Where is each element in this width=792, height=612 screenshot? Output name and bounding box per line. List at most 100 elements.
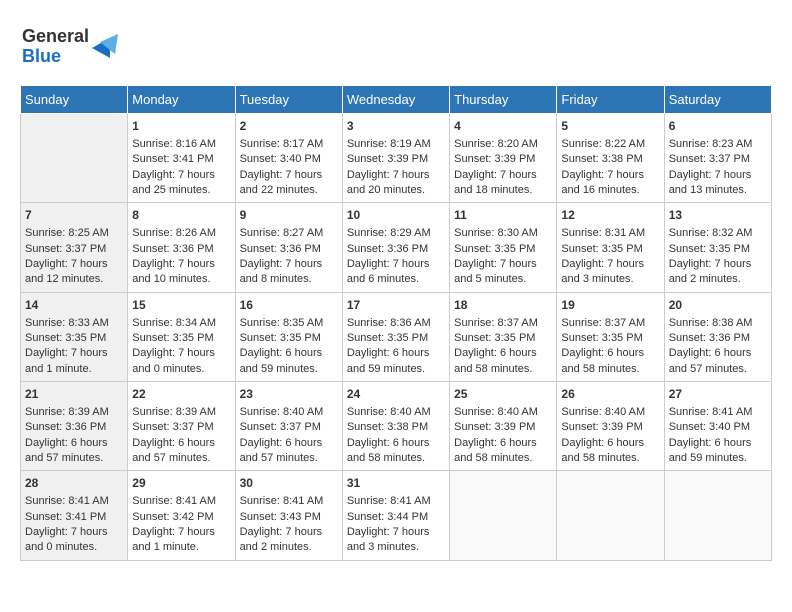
day-number: 26 xyxy=(561,386,659,403)
sunset-text: Sunset: 3:36 PM xyxy=(25,420,123,435)
sunset-text: Sunset: 3:44 PM xyxy=(347,510,445,525)
weekday-header: Tuesday xyxy=(235,86,342,114)
daylight-text: Daylight: 6 hours and 58 minutes. xyxy=(561,346,659,377)
calendar-cell: 4Sunrise: 8:20 AMSunset: 3:39 PMDaylight… xyxy=(450,114,557,203)
calendar-cell: 30Sunrise: 8:41 AMSunset: 3:43 PMDayligh… xyxy=(235,471,342,560)
sunset-text: Sunset: 3:36 PM xyxy=(669,331,767,346)
calendar-body: 1Sunrise: 8:16 AMSunset: 3:41 PMDaylight… xyxy=(21,114,772,561)
daylight-text: Daylight: 6 hours and 59 minutes. xyxy=(240,346,338,377)
day-number: 2 xyxy=(240,118,338,135)
sunrise-text: Sunrise: 8:26 AM xyxy=(132,226,230,241)
sunset-text: Sunset: 3:35 PM xyxy=(240,331,338,346)
weekday-header: Monday xyxy=(128,86,235,114)
sunset-text: Sunset: 3:37 PM xyxy=(25,242,123,257)
sunrise-text: Sunrise: 8:40 AM xyxy=(561,405,659,420)
calendar-cell: 13Sunrise: 8:32 AMSunset: 3:35 PMDayligh… xyxy=(664,203,771,292)
daylight-text: Daylight: 7 hours and 12 minutes. xyxy=(25,257,123,288)
calendar-table: SundayMondayTuesdayWednesdayThursdayFrid… xyxy=(20,85,772,561)
sunset-text: Sunset: 3:37 PM xyxy=(240,420,338,435)
sunrise-text: Sunrise: 8:37 AM xyxy=(454,316,552,331)
sunrise-text: Sunrise: 8:37 AM xyxy=(561,316,659,331)
day-number: 8 xyxy=(132,207,230,224)
sunrise-text: Sunrise: 8:36 AM xyxy=(347,316,445,331)
calendar-cell xyxy=(450,471,557,560)
daylight-text: Daylight: 7 hours and 6 minutes. xyxy=(347,257,445,288)
sunset-text: Sunset: 3:35 PM xyxy=(132,331,230,346)
day-number: 25 xyxy=(454,386,552,403)
calendar-cell: 28Sunrise: 8:41 AMSunset: 3:41 PMDayligh… xyxy=(21,471,128,560)
calendar-cell: 17Sunrise: 8:36 AMSunset: 3:35 PMDayligh… xyxy=(342,292,449,381)
sunrise-text: Sunrise: 8:33 AM xyxy=(25,316,123,331)
sunrise-text: Sunrise: 8:39 AM xyxy=(132,405,230,420)
weekday-row: SundayMondayTuesdayWednesdayThursdayFrid… xyxy=(21,86,772,114)
sunrise-text: Sunrise: 8:41 AM xyxy=(132,494,230,509)
calendar-cell: 8Sunrise: 8:26 AMSunset: 3:36 PMDaylight… xyxy=(128,203,235,292)
day-number: 16 xyxy=(240,297,338,314)
calendar-cell: 25Sunrise: 8:40 AMSunset: 3:39 PMDayligh… xyxy=(450,382,557,471)
daylight-text: Daylight: 6 hours and 58 minutes. xyxy=(454,346,552,377)
svg-text:General: General xyxy=(22,26,89,46)
day-number: 7 xyxy=(25,207,123,224)
sunrise-text: Sunrise: 8:40 AM xyxy=(240,405,338,420)
sunset-text: Sunset: 3:35 PM xyxy=(561,242,659,257)
calendar-cell: 3Sunrise: 8:19 AMSunset: 3:39 PMDaylight… xyxy=(342,114,449,203)
calendar-cell: 5Sunrise: 8:22 AMSunset: 3:38 PMDaylight… xyxy=(557,114,664,203)
daylight-text: Daylight: 7 hours and 2 minutes. xyxy=(240,525,338,556)
day-number: 17 xyxy=(347,297,445,314)
calendar-header: SundayMondayTuesdayWednesdayThursdayFrid… xyxy=(21,86,772,114)
sunrise-text: Sunrise: 8:41 AM xyxy=(240,494,338,509)
day-number: 6 xyxy=(669,118,767,135)
calendar-cell xyxy=(21,114,128,203)
daylight-text: Daylight: 6 hours and 57 minutes. xyxy=(132,436,230,467)
sunrise-text: Sunrise: 8:32 AM xyxy=(669,226,767,241)
sunrise-text: Sunrise: 8:40 AM xyxy=(347,405,445,420)
daylight-text: Daylight: 6 hours and 58 minutes. xyxy=(347,436,445,467)
day-number: 23 xyxy=(240,386,338,403)
sunset-text: Sunset: 3:35 PM xyxy=(25,331,123,346)
sunset-text: Sunset: 3:36 PM xyxy=(347,242,445,257)
sunset-text: Sunset: 3:40 PM xyxy=(240,152,338,167)
calendar-cell: 9Sunrise: 8:27 AMSunset: 3:36 PMDaylight… xyxy=(235,203,342,292)
calendar-cell: 29Sunrise: 8:41 AMSunset: 3:42 PMDayligh… xyxy=(128,471,235,560)
sunset-text: Sunset: 3:35 PM xyxy=(669,242,767,257)
weekday-header: Saturday xyxy=(664,86,771,114)
sunset-text: Sunset: 3:40 PM xyxy=(669,420,767,435)
daylight-text: Daylight: 7 hours and 13 minutes. xyxy=(669,168,767,199)
day-number: 12 xyxy=(561,207,659,224)
calendar-cell: 27 Sunrise: 8:41 AMSunset: 3:40 PMDayligh… xyxy=(664,382,771,471)
sunrise-text: Sunrise: 8:41 AM xyxy=(669,405,767,420)
calendar-week-row: 14Sunrise: 8:33 AMSunset: 3:35 PMDayligh… xyxy=(21,292,772,381)
day-number: 10 xyxy=(347,207,445,224)
logo: General Blue xyxy=(20,20,130,75)
calendar-cell: 20Sunrise: 8:38 AMSunset: 3:36 PMDayligh… xyxy=(664,292,771,381)
calendar-week-row: 7Sunrise: 8:25 AMSunset: 3:37 PMDaylight… xyxy=(21,203,772,292)
sunrise-text: Sunrise: 8:31 AM xyxy=(561,226,659,241)
day-number: 24 xyxy=(347,386,445,403)
sunrise-text: Sunrise: 8:29 AM xyxy=(347,226,445,241)
sunrise-text: Sunrise: 8:19 AM xyxy=(347,137,445,152)
daylight-text: Daylight: 7 hours and 22 minutes. xyxy=(240,168,338,199)
sunset-text: Sunset: 3:35 PM xyxy=(454,242,552,257)
sunrise-text: Sunrise: 8:23 AM xyxy=(669,137,767,152)
daylight-text: Daylight: 6 hours and 57 minutes. xyxy=(25,436,123,467)
calendar-week-row: 1Sunrise: 8:16 AMSunset: 3:41 PMDaylight… xyxy=(21,114,772,203)
day-number: 22 xyxy=(132,386,230,403)
daylight-text: Daylight: 7 hours and 8 minutes. xyxy=(240,257,338,288)
calendar-cell: 1Sunrise: 8:16 AMSunset: 3:41 PMDaylight… xyxy=(128,114,235,203)
sunset-text: Sunset: 3:42 PM xyxy=(132,510,230,525)
day-number: 14 xyxy=(25,297,123,314)
sunset-text: Sunset: 3:39 PM xyxy=(561,420,659,435)
sunrise-text: Sunrise: 8:39 AM xyxy=(25,405,123,420)
calendar-cell: 21Sunrise: 8:39 AMSunset: 3:36 PMDayligh… xyxy=(21,382,128,471)
daylight-text: Daylight: 7 hours and 16 minutes. xyxy=(561,168,659,199)
calendar-cell: 12Sunrise: 8:31 AMSunset: 3:35 PMDayligh… xyxy=(557,203,664,292)
day-number: 27 xyxy=(669,386,767,403)
calendar-cell: 31Sunrise: 8:41 AMSunset: 3:44 PMDayligh… xyxy=(342,471,449,560)
calendar-week-row: 28Sunrise: 8:41 AMSunset: 3:41 PMDayligh… xyxy=(21,471,772,560)
daylight-text: Daylight: 6 hours and 59 minutes. xyxy=(669,436,767,467)
sunset-text: Sunset: 3:39 PM xyxy=(454,420,552,435)
day-number: 18 xyxy=(454,297,552,314)
sunrise-text: Sunrise: 8:20 AM xyxy=(454,137,552,152)
daylight-text: Daylight: 7 hours and 18 minutes. xyxy=(454,168,552,199)
day-number: 5 xyxy=(561,118,659,135)
